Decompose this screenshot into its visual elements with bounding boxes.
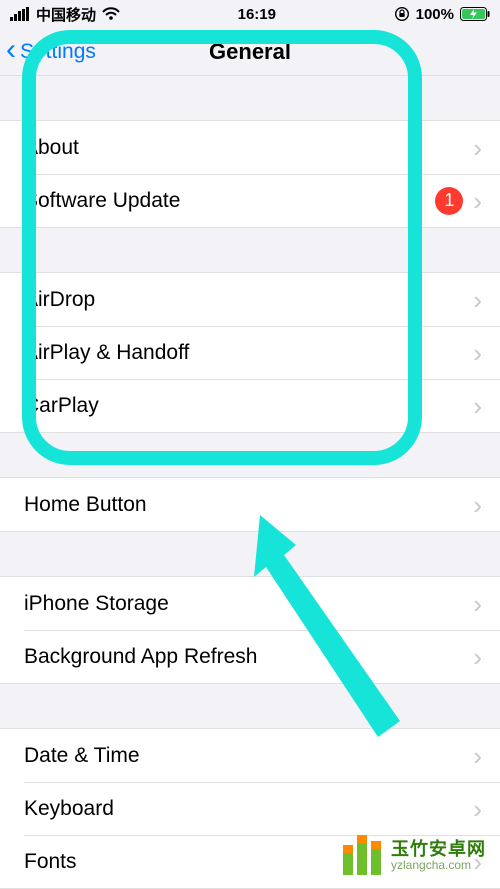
chevron-right-icon: › <box>473 188 482 214</box>
row-label: iPhone Storage <box>24 592 473 616</box>
row-label: AirDrop <box>24 288 473 312</box>
row-software-update[interactable]: Software Update 1 › <box>0 174 500 227</box>
row-label: About <box>24 136 473 160</box>
list-section-2: AirDrop › AirPlay & Handoff › CarPlay › <box>0 272 500 433</box>
watermark-url: yzlangcha.com <box>391 859 486 873</box>
chevron-right-icon: › <box>473 393 482 419</box>
status-bar: 中国移动 16:19 100% <box>0 0 500 28</box>
section-gap <box>0 433 500 477</box>
row-label: CarPlay <box>24 394 473 418</box>
battery-icon <box>460 7 490 21</box>
section-gap <box>0 76 500 120</box>
row-airplay-handoff[interactable]: AirPlay & Handoff › <box>0 326 500 379</box>
row-about[interactable]: About › <box>0 121 500 174</box>
chevron-right-icon: › <box>473 796 482 822</box>
chevron-right-icon: › <box>473 135 482 161</box>
chevron-left-icon: ‹ <box>6 35 16 65</box>
row-label: Software Update <box>24 189 435 213</box>
page-title: General <box>209 39 291 65</box>
watermark-title: 玉竹安卓网 <box>391 839 486 860</box>
orientation-lock-icon <box>394 6 410 22</box>
update-badge: 1 <box>435 187 463 215</box>
chevron-right-icon: › <box>473 287 482 313</box>
section-gap <box>0 228 500 272</box>
row-airdrop[interactable]: AirDrop › <box>0 273 500 326</box>
row-iphone-storage[interactable]: iPhone Storage › <box>0 577 500 630</box>
row-label: Home Button <box>24 493 473 517</box>
row-label: AirPlay & Handoff <box>24 341 473 365</box>
list-section-4: iPhone Storage › Background App Refresh … <box>0 576 500 684</box>
status-time: 16:19 <box>238 6 276 23</box>
cell-signal-icon <box>10 7 30 21</box>
back-button[interactable]: ‹ Settings <box>6 28 96 75</box>
row-carplay[interactable]: CarPlay › <box>0 379 500 432</box>
wifi-icon <box>102 7 120 21</box>
battery-percent: 100% <box>416 6 454 23</box>
chevron-right-icon: › <box>473 492 482 518</box>
section-gap <box>0 532 500 576</box>
chevron-right-icon: › <box>473 340 482 366</box>
list-section-3: Home Button › <box>0 477 500 532</box>
row-home-button[interactable]: Home Button › <box>0 478 500 531</box>
row-label: Background App Refresh <box>24 645 473 669</box>
row-background-app-refresh[interactable]: Background App Refresh › <box>0 630 500 683</box>
chevron-right-icon: › <box>473 644 482 670</box>
nav-bar: ‹ Settings General <box>0 28 500 76</box>
list-section-1: About › Software Update 1 › <box>0 120 500 228</box>
back-label: Settings <box>20 40 96 64</box>
row-keyboard[interactable]: Keyboard › <box>0 782 500 835</box>
chevron-right-icon: › <box>473 743 482 769</box>
section-gap <box>0 684 500 728</box>
watermark-logo-icon <box>341 835 383 877</box>
carrier-label: 中国移动 <box>36 4 96 25</box>
row-label: Keyboard <box>24 797 473 821</box>
row-label: Date & Time <box>24 744 473 768</box>
watermark: 玉竹安卓网 yzlangcha.com <box>335 831 492 881</box>
row-date-time[interactable]: Date & Time › <box>0 729 500 782</box>
chevron-right-icon: › <box>473 591 482 617</box>
status-left: 中国移动 <box>10 4 120 25</box>
status-right: 100% <box>394 6 490 23</box>
